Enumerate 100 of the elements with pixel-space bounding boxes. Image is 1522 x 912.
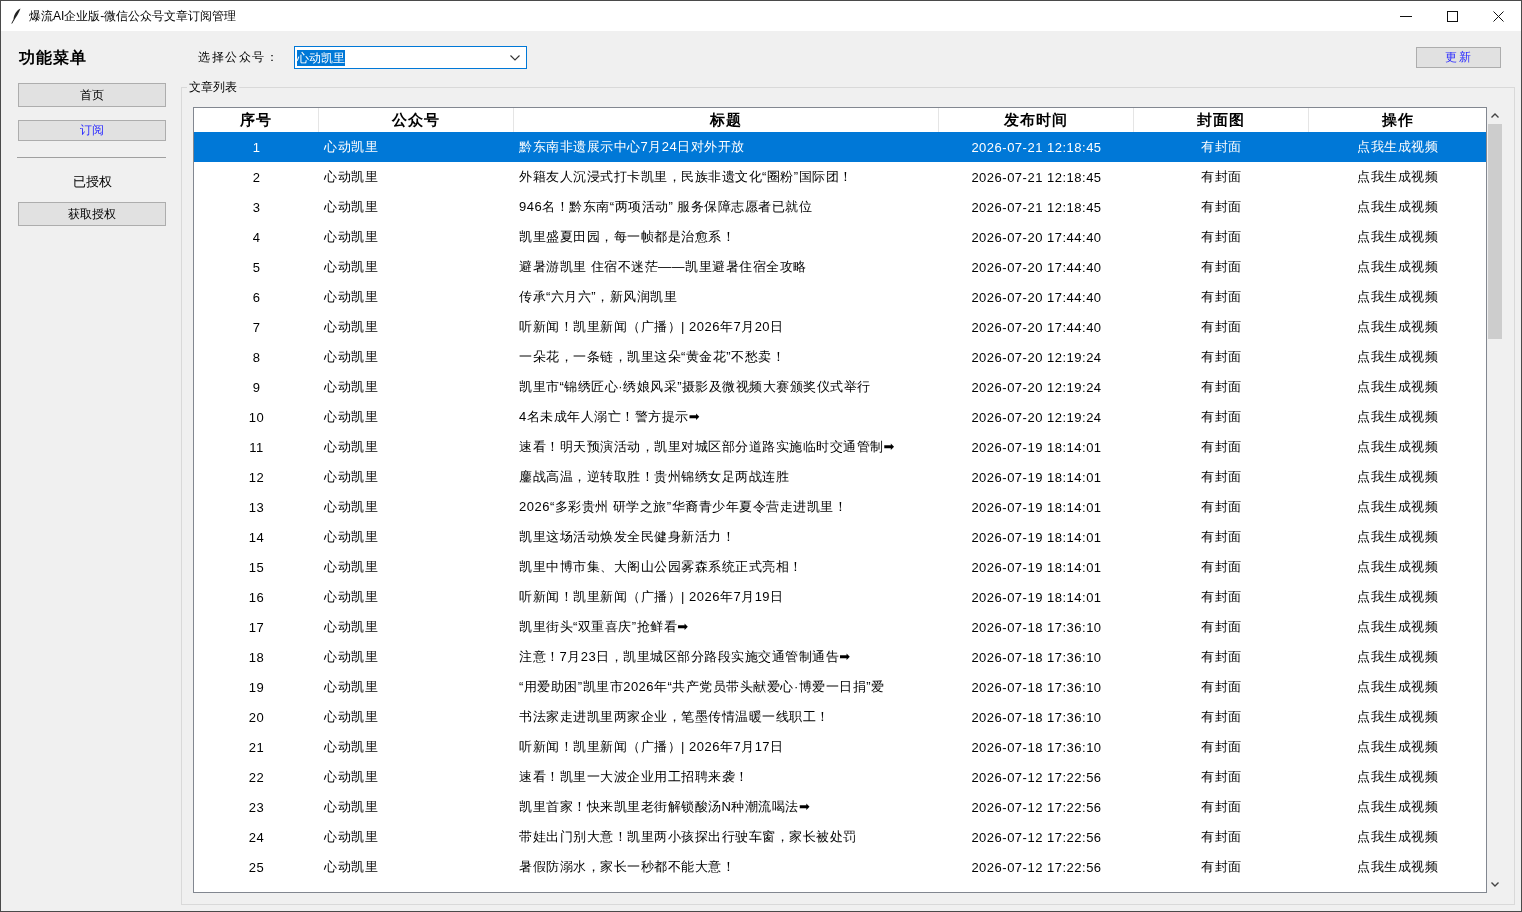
table-row[interactable]: 12 心动凯里 鏖战高温，逆转取胜！贵州锦绣女足两战连胜 2026-07-19 18:14:01 有封面 点我生成视频: [194, 462, 1486, 492]
table-row[interactable]: 15 心动凯里 凯里中博市集、大阁山公园雾森系统正式亮相！ 2026-07-19 18:14:01 有封面 点我生成视频: [194, 552, 1486, 582]
table-row[interactable]: 6 心动凯里 传承“六月六”，新风润凯里 2026-07-20 17:44:40 有封面 点我生成视频: [194, 282, 1486, 312]
table-cell: 凯里这场活动焕发全民健身新活力！: [519, 528, 735, 546]
action-cell[interactable]: 点我生成视频: [1357, 498, 1438, 516]
column-header[interactable]: 操作: [1309, 108, 1486, 132]
table-cell: 946名！黔东南“两项活动” 服务保障志愿者已就位: [519, 198, 813, 216]
table-row[interactable]: 14 心动凯里 凯里这场活动焕发全民健身新活力！ 2026-07-19 18:14:01 有封面 点我生成视频: [194, 522, 1486, 552]
action-cell[interactable]: 点我生成视频: [1357, 408, 1438, 426]
action-cell[interactable]: 点我生成视频: [1357, 798, 1438, 816]
table-cell: 23: [248, 799, 265, 815]
table-row[interactable]: 7 心动凯里 听新闻！凯里新闻（广播）| 2026年7月20日 2026-07-20 17:44:40 有封面 点我生成视频: [194, 312, 1486, 342]
table-row[interactable]: 23 心动凯里 凯里首家！快来凯里老街解锁酸汤N种潮流喝法➡ 2026-07-12 17:22:56 有封面 点我生成视频: [194, 792, 1486, 822]
table-cell: 4名未成年人溺亡！警方提示➡: [519, 408, 701, 426]
table-row[interactable]: 16 心动凯里 听新闻！凯里新闻（广播）| 2026年7月19日 2026-07-19 18:14:01 有封面 点我生成视频: [194, 582, 1486, 612]
action-cell[interactable]: 点我生成视频: [1357, 528, 1438, 546]
table-row[interactable]: 17 心动凯里 凯里街头“双重喜庆”抢鲜看➡ 2026-07-18 17:36:10 有封面 点我生成视频: [194, 612, 1486, 642]
table-cell: 5: [252, 259, 261, 275]
action-cell[interactable]: 点我生成视频: [1357, 558, 1438, 576]
action-cell[interactable]: 点我生成视频: [1357, 588, 1438, 606]
table-cell: 速看！凯里一大波企业用工招聘来袭！: [519, 768, 749, 786]
nav-button[interactable]: 首页: [18, 83, 166, 107]
table-row[interactable]: 11 心动凯里 速看！明天预演活动，凯里对城区部分道路实施临时交通管制➡ 2026-07-19 18:14:01 有封面 点我生成视频: [194, 432, 1486, 462]
account-combobox[interactable]: 心动凯里: [294, 46, 527, 69]
table-cell: 2026-07-20 17:44:40: [971, 289, 1102, 305]
action-cell[interactable]: 点我生成视频: [1357, 258, 1438, 276]
action-cell[interactable]: 点我生成视频: [1357, 168, 1438, 186]
table-cell: 2026-07-18 17:36:10: [971, 739, 1102, 755]
account-select-label: 选择公众号：: [198, 49, 280, 66]
table-cell: 有封面: [1201, 198, 1242, 216]
table-cell: 2026-07-20 17:44:40: [971, 229, 1102, 245]
table-cell: 24: [248, 829, 265, 845]
table-cell: 凯里中博市集、大阁山公园雾森系统正式亮相！: [519, 558, 803, 576]
table-row[interactable]: 18 心动凯里 注意！7月23日，凯里城区部分路段实施交通管制通告➡ 2026-07-18 17:36:10 有封面 点我生成视频: [194, 642, 1486, 672]
table-cell: 16: [248, 589, 265, 605]
action-cell[interactable]: 点我生成视频: [1357, 618, 1438, 636]
table-cell: 心动凯里: [324, 858, 378, 876]
table-cell: 2026“多彩贵州 研学之旅”华裔青少年夏令营走进凯里！: [519, 498, 848, 516]
table-row[interactable]: 13 心动凯里 2026“多彩贵州 研学之旅”华裔青少年夏令营走进凯里！ 2026-07-19 18:14:01 有封面 点我生成视频: [194, 492, 1486, 522]
action-cell[interactable]: 点我生成视频: [1357, 348, 1438, 366]
feather-icon: [11, 8, 21, 24]
table-row[interactable]: 24 心动凯里 带娃出门别大意！凯里两小孩探出行驶车窗，家长被处罚 2026-07-12 17:22:56 有封面 点我生成视频: [194, 822, 1486, 852]
action-cell[interactable]: 点我生成视频: [1357, 678, 1438, 696]
table-cell: 心动凯里: [324, 768, 378, 786]
chevron-down-icon[interactable]: [1491, 882, 1499, 887]
table-row[interactable]: 10 心动凯里 4名未成年人溺亡！警方提示➡ 2026-07-20 12:19:24 有封面 点我生成视频: [194, 402, 1486, 432]
table-row[interactable]: 22 心动凯里 速看！凯里一大波企业用工招聘来袭！ 2026-07-12 17:22:56 有封面 点我生成视频: [194, 762, 1486, 792]
action-cell[interactable]: 点我生成视频: [1357, 318, 1438, 336]
table-row[interactable]: 5 心动凯里 避暑游凯里 住宿不迷茫——凯里避暑住宿全攻略 2026-07-20 17:44:40 有封面 点我生成视频: [194, 252, 1486, 282]
table-row[interactable]: 8 心动凯里 一朵花，一条链，凯里这朵“黄金花”不愁卖！ 2026-07-20 12:19:24 有封面 点我生成视频: [194, 342, 1486, 372]
table-cell: 2026-07-21 12:18:45: [971, 169, 1102, 185]
action-cell[interactable]: 点我生成视频: [1357, 738, 1438, 756]
table-cell: 心动凯里: [324, 468, 378, 486]
table-cell: 15: [248, 559, 265, 575]
nav-button[interactable]: 订阅: [18, 120, 166, 141]
authorize-button[interactable]: 获取授权: [18, 202, 166, 226]
table-cell: 10: [248, 409, 265, 425]
table-cell: 速看！明天预演活动，凯里对城区部分道路实施临时交通管制➡: [519, 438, 895, 456]
table-cell: 2026-07-12 17:22:56: [971, 769, 1102, 785]
table-row[interactable]: 1 心动凯里 黔东南非遗展示中心7月24日对外开放 2026-07-21 12:18:45 有封面 点我生成视频: [194, 132, 1486, 162]
table-cell: 有封面: [1201, 138, 1242, 156]
table-row[interactable]: 21 心动凯里 听新闻！凯里新闻（广播）| 2026年7月17日 2026-07-18 17:36:10 有封面 点我生成视频: [194, 732, 1486, 762]
action-cell[interactable]: 点我生成视频: [1357, 768, 1438, 786]
table-row[interactable]: 4 心动凯里 凯里盛夏田园，每一帧都是治愈系！ 2026-07-20 17:44:40 有封面 点我生成视频: [194, 222, 1486, 252]
table-row[interactable]: 20 心动凯里 书法家走进凯里两家企业，笔墨传情温暖一线职工！ 2026-07-18 17:36:10 有封面 点我生成视频: [194, 702, 1486, 732]
table-cell: 避暑游凯里 住宿不迷茫——凯里避暑住宿全攻略: [519, 258, 807, 276]
table-cell: 心动凯里: [324, 528, 378, 546]
table-cell: 心动凯里: [324, 678, 378, 696]
frame-title: 文章列表: [188, 79, 238, 95]
table-cell: 7: [252, 319, 261, 335]
scrollbar-thumb[interactable]: [1488, 124, 1502, 339]
action-cell[interactable]: 点我生成视频: [1357, 288, 1438, 306]
table-cell: 2026-07-19 18:14:01: [971, 499, 1102, 515]
table-row[interactable]: 19 心动凯里 “用爱助困”凯里市2026年“共产党员带头献爱心·博爱一日捐”爱 2026-07-18 17:36:10 有封面 点我生成视频: [194, 672, 1486, 702]
refresh-button[interactable]: 更新: [1416, 47, 1501, 68]
table-row[interactable]: 3 心动凯里 946名！黔东南“两项活动” 服务保障志愿者已就位 2026-07-21 12:18:45 有封面 点我生成视频: [194, 192, 1486, 222]
table-cell: 心动凯里: [324, 588, 378, 606]
action-cell[interactable]: 点我生成视频: [1357, 378, 1438, 396]
action-cell[interactable]: 点我生成视频: [1357, 648, 1438, 666]
table-cell: 心动凯里: [324, 408, 378, 426]
action-cell[interactable]: 点我生成视频: [1357, 708, 1438, 726]
action-cell[interactable]: 点我生成视频: [1357, 138, 1438, 156]
action-cell[interactable]: 点我生成视频: [1357, 828, 1438, 846]
table-cell: 心动凯里: [324, 198, 378, 216]
table-cell: 心动凯里: [324, 558, 378, 576]
table-row[interactable]: 2 心动凯里 外籍友人沉浸式打卡凯里，民族非遗文化“圈粉”国际团！ 2026-07-21 12:18:45 有封面 点我生成视频: [194, 162, 1486, 192]
action-cell[interactable]: 点我生成视频: [1357, 468, 1438, 486]
table-cell: 心动凯里: [324, 648, 378, 666]
table-cell: 8: [252, 349, 261, 365]
action-cell[interactable]: 点我生成视频: [1357, 858, 1438, 876]
auth-status-label: 已授权: [71, 173, 113, 191]
action-cell[interactable]: 点我生成视频: [1357, 198, 1438, 216]
table-row[interactable]: 25 心动凯里 暑假防溺水，家长一秒都不能大意！ 2026-07-12 17:22:56 有封面 点我生成视频: [194, 852, 1486, 882]
chevron-up-icon[interactable]: [1491, 113, 1499, 118]
action-cell[interactable]: 点我生成视频: [1357, 228, 1438, 246]
action-cell[interactable]: 点我生成视频: [1357, 438, 1438, 456]
table-cell: 一朵花，一条链，凯里这朵“黄金花”不愁卖！: [519, 348, 786, 366]
table-cell: 9: [252, 379, 261, 395]
table-cell: 2026-07-20 17:44:40: [971, 319, 1102, 335]
table-row[interactable]: 9 心动凯里 凯里市“锦绣匠心·绣娘风采”摄影及微视频大赛颁奖仪式举行 2026-07-20 12:19:24 有封面 点我生成视频: [194, 372, 1486, 402]
